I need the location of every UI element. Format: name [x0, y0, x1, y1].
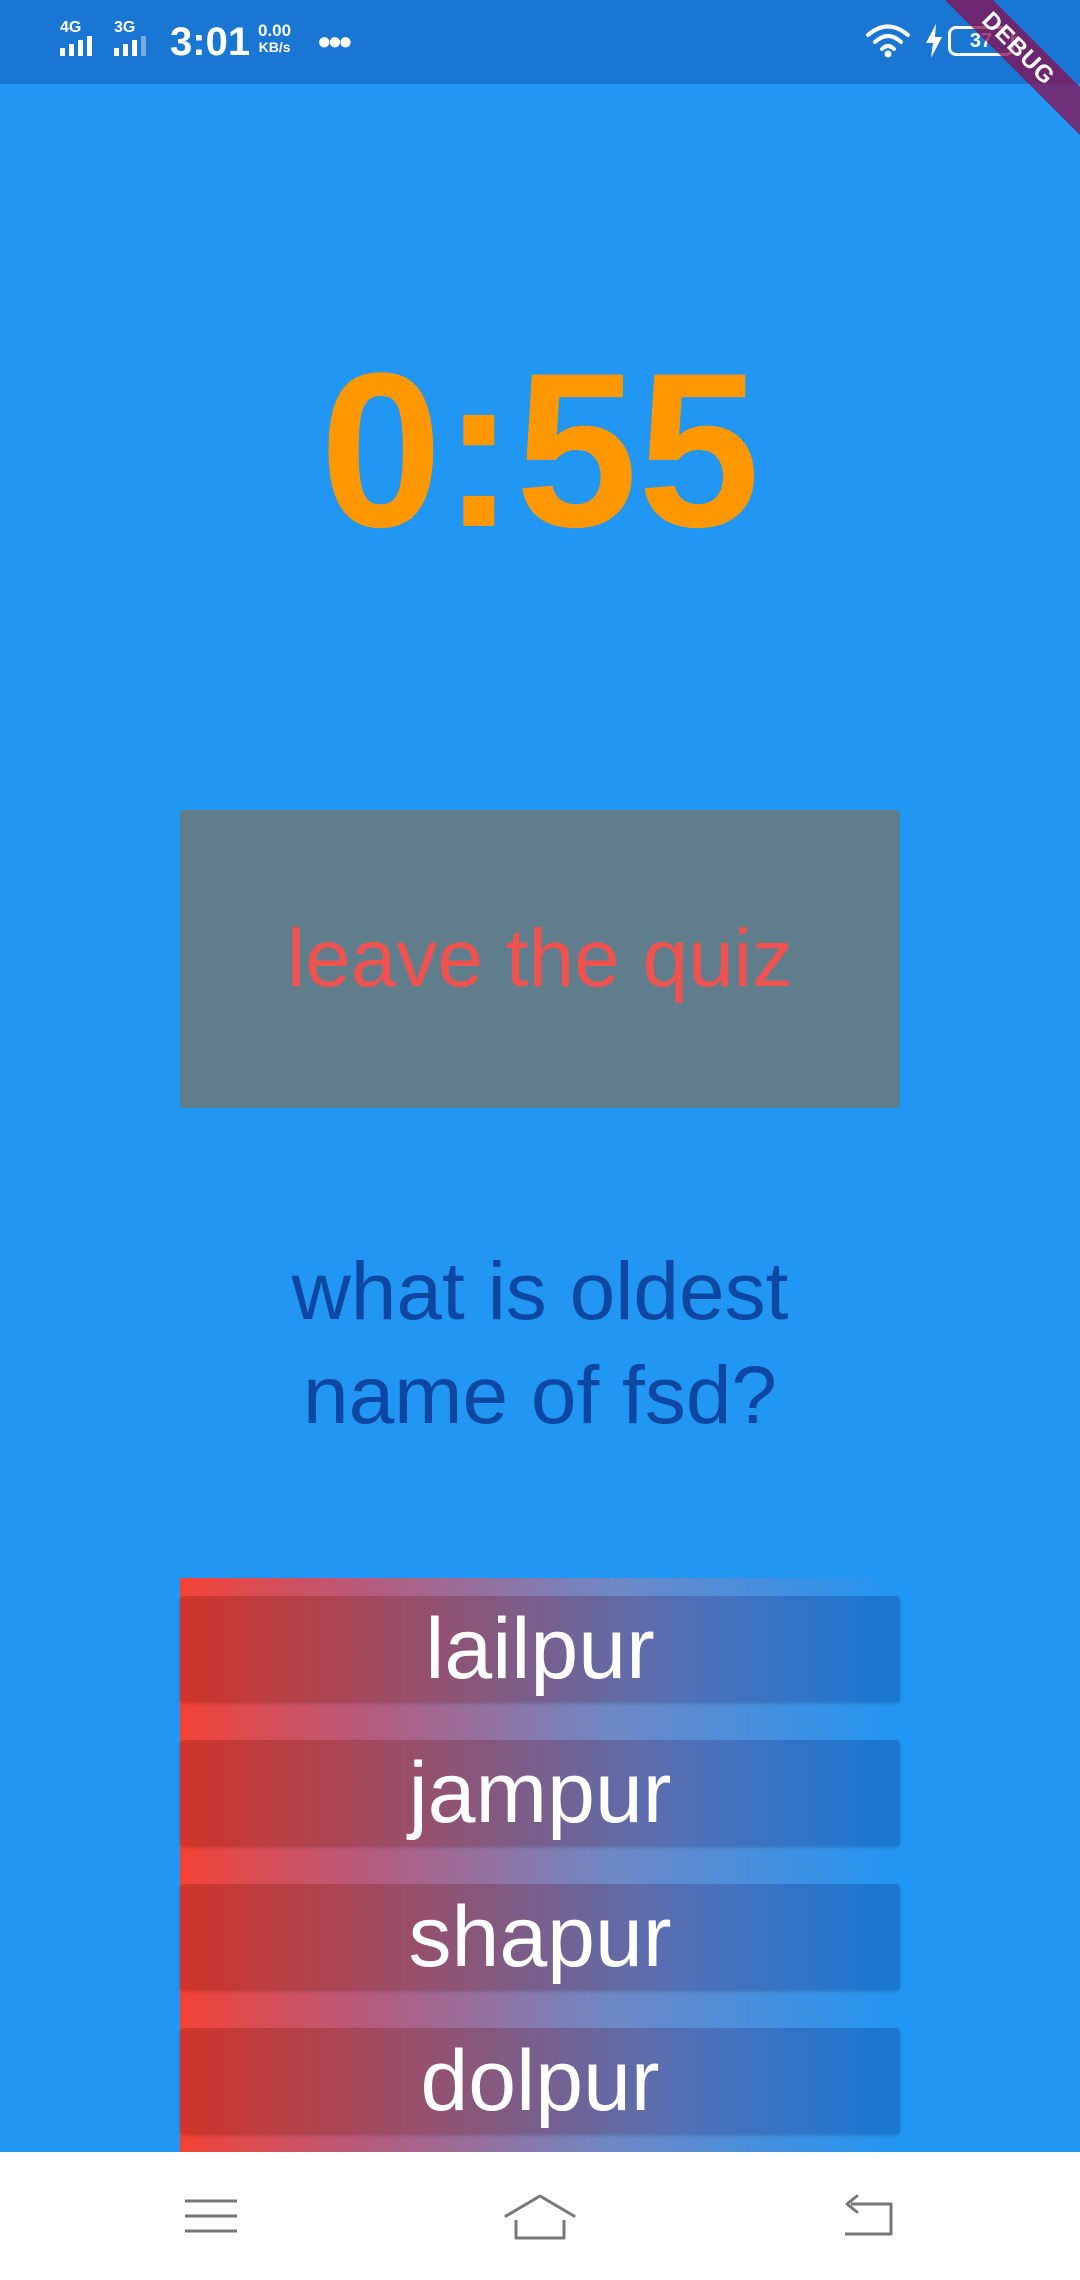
leave-quiz-label: leave the quiz [286, 913, 793, 1004]
network-speed: 0.00 KB/s [258, 22, 291, 55]
answer-option-3[interactable]: shapur [180, 1884, 900, 1990]
signal-bars-icon [114, 36, 146, 56]
countdown-timer: 0:55 [319, 327, 761, 573]
charging-icon [926, 24, 942, 58]
answer-option-4[interactable]: dolpur [180, 2028, 900, 2134]
back-icon[interactable] [829, 2184, 909, 2248]
system-nav-bar [0, 2152, 1080, 2280]
menu-icon[interactable] [171, 2184, 251, 2248]
more-notifications-icon: ••• [318, 21, 352, 62]
status-time: 3:01 [170, 20, 251, 64]
network-type-1: 4G [60, 19, 82, 36]
home-icon[interactable] [500, 2184, 580, 2248]
debug-banner: DEBUG [914, 0, 1080, 153]
signal-bars-icon [60, 36, 92, 56]
signal-3g: 3G [114, 20, 160, 60]
wifi-icon [866, 24, 910, 58]
quiz-screen: 4G 3G 3:01 0.00 KB/s ••• 37 DEBUG 0:55 l… [0, 0, 1080, 2280]
answer-option-1[interactable]: lailpur [180, 1596, 900, 1702]
status-bar: 4G 3G 3:01 0.00 KB/s ••• 37 DEBUG [0, 0, 1080, 153]
signal-4g: 4G [60, 20, 106, 60]
network-type-2: 3G [114, 19, 136, 36]
leave-quiz-button[interactable]: leave the quiz [180, 810, 900, 1108]
network-speed-unit: KB/s [258, 39, 291, 55]
answer-options: lailpur jampur shapur dolpur [180, 1578, 900, 2152]
question-text: what is oldest name of fsd? [291, 1246, 789, 1441]
answer-option-2[interactable]: jampur [180, 1740, 900, 1846]
network-speed-value: 0.00 [258, 21, 292, 40]
